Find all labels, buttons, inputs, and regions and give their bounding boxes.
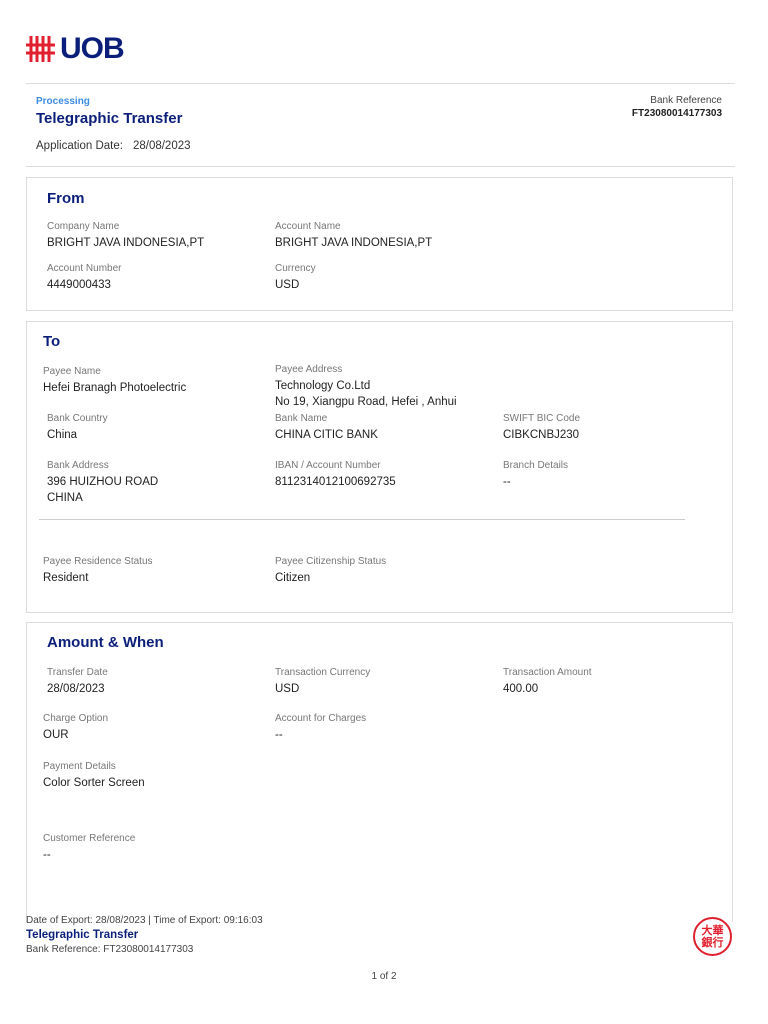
field-bank-country: Bank Country China [47, 412, 267, 443]
field-company-name: Company Name BRIGHT JAVA INDONESIA,PT [47, 220, 267, 251]
field-value: China [47, 429, 78, 441]
uob-logo-icon [26, 36, 55, 62]
field-payee-citizenship: Payee Citizenship Status Citizen [275, 555, 495, 586]
application-date-value: 28/08/2023 [132, 140, 191, 152]
field-value: USD [275, 683, 300, 695]
field-charge-option: Charge Option OUR [43, 712, 263, 743]
field-currency: Currency USD [275, 262, 495, 293]
field-label: Payee Address [275, 364, 343, 375]
footer-bank-reference: Bank Reference: FT23080014177303 [26, 944, 194, 955]
divider [26, 166, 735, 167]
field-account-name: Account Name BRIGHT JAVA INDONESIA,PT [275, 220, 495, 251]
field-value: BRIGHT JAVA INDONESIA,PT [47, 237, 205, 249]
uob-seal-icon: 大華銀行 [693, 917, 732, 956]
page-number: 1 of 2 [371, 971, 397, 982]
field-transaction-currency: Transaction Currency USD [275, 666, 495, 697]
field-value: Citizen [275, 572, 311, 584]
uob-logo: UOB [26, 32, 125, 66]
footer: Date of Export: 28/08/2023 | Time of Exp… [26, 915, 263, 955]
logo-text: UOB [60, 32, 125, 65]
divider [39, 519, 685, 520]
field-label: IBAN / Account Number [275, 460, 381, 471]
field-value: 28/08/2023 [47, 683, 105, 695]
field-label: Account Number [47, 263, 122, 274]
field-transfer-date: Transfer Date 28/08/2023 [47, 666, 267, 697]
field-value: CIBKCNBJ230 [503, 429, 580, 441]
export-info: Date of Export: 28/08/2023 | Time of Exp… [26, 915, 263, 926]
field-label: Company Name [47, 221, 120, 232]
field-label: Payee Citizenship Status [275, 556, 387, 567]
field-bank-name: Bank Name CHINA CITIC BANK [275, 412, 495, 443]
section-title: Amount & When [47, 634, 164, 651]
field-value: USD [275, 279, 300, 291]
application-date: Application Date: 28/08/2023 [36, 140, 191, 152]
field-label: Account Name [275, 221, 341, 232]
field-value: Hefei Branagh Photoelectric [43, 382, 187, 394]
status-badge: Processing [36, 96, 90, 107]
to-section: To Payee Name Hefei Branagh Photoelectric… [26, 321, 733, 613]
field-value: CHINA CITIC BANK [275, 429, 378, 441]
field-payment-details: Payment Details Color Sorter Screen [43, 760, 263, 791]
field-value: Color Sorter Screen [43, 777, 145, 789]
field-value: -- [43, 849, 51, 861]
field-value: 4449000433 [47, 279, 111, 291]
field-label: Payment Details [43, 761, 116, 772]
field-label: Payee Residence Status [43, 556, 153, 567]
field-transaction-amount: Transaction Amount 400.00 [503, 666, 723, 697]
section-title: To [43, 333, 61, 350]
amount-section: Amount & When Transfer Date 28/08/2023 Tr… [26, 622, 733, 922]
field-value: Resident [43, 572, 89, 584]
field-iban: IBAN / Account Number 8112314012100692735 [275, 459, 495, 490]
field-payee-residence: Payee Residence Status Resident [43, 555, 263, 586]
field-value: 8112314012100692735 [275, 476, 396, 488]
field-label: Account for Charges [275, 713, 367, 724]
field-label: Transaction Amount [503, 667, 592, 678]
field-account-number: Account Number 4449000433 [47, 262, 267, 293]
section-title: From [47, 190, 85, 207]
field-payee-address: Payee Address Technology Co.Ltd No 19, Xi… [275, 363, 535, 410]
bank-reference-value: FT23080014177303 [631, 108, 722, 119]
field-value: 396 HUIZHOU ROAD CHINA [47, 476, 159, 504]
from-section: From Company Name BRIGHT JAVA INDONESIA,P… [26, 177, 733, 311]
field-value: OUR [43, 729, 69, 741]
field-swift-bic: SWIFT BIC Code CIBKCNBJ230 [503, 412, 723, 443]
field-label: Charge Option [43, 713, 109, 724]
field-branch-details: Branch Details -- [503, 459, 723, 490]
field-customer-reference: Customer Reference -- [43, 832, 263, 863]
page-title: Telegraphic Transfer [36, 110, 183, 127]
field-value: BRIGHT JAVA INDONESIA,PT [275, 237, 433, 249]
seal-text: 大華銀行 [701, 924, 724, 949]
field-value: Technology Co.Ltd No 19, Xiangpu Road, H… [275, 380, 457, 408]
field-label: Customer Reference [43, 833, 136, 844]
divider [26, 83, 735, 84]
field-bank-address: Bank Address 396 HUIZHOU ROAD CHINA [47, 459, 267, 506]
field-label: Bank Address [47, 460, 109, 471]
field-value: -- [503, 476, 511, 488]
footer-title: Telegraphic Transfer [26, 929, 139, 941]
bank-reference-label: Bank Reference [650, 95, 722, 106]
field-label: Bank Country [47, 413, 108, 424]
field-label: SWIFT BIC Code [503, 413, 581, 424]
field-label: Bank Name [275, 413, 328, 424]
bank-reference: Bank Reference FT23080014177303 [632, 95, 722, 119]
field-label: Branch Details [503, 460, 569, 471]
field-label: Transfer Date [47, 667, 108, 678]
field-label: Transaction Currency [275, 667, 371, 678]
field-account-for-charges: Account for Charges -- [275, 712, 495, 743]
field-label: Payee Name [43, 366, 101, 377]
field-label: Currency [275, 263, 316, 274]
field-value: 400.00 [503, 683, 539, 695]
field-payee-name: Payee Name Hefei Branagh Photoelectric [43, 365, 263, 396]
field-value: -- [275, 729, 283, 741]
application-date-label: Application Date: [36, 140, 123, 152]
